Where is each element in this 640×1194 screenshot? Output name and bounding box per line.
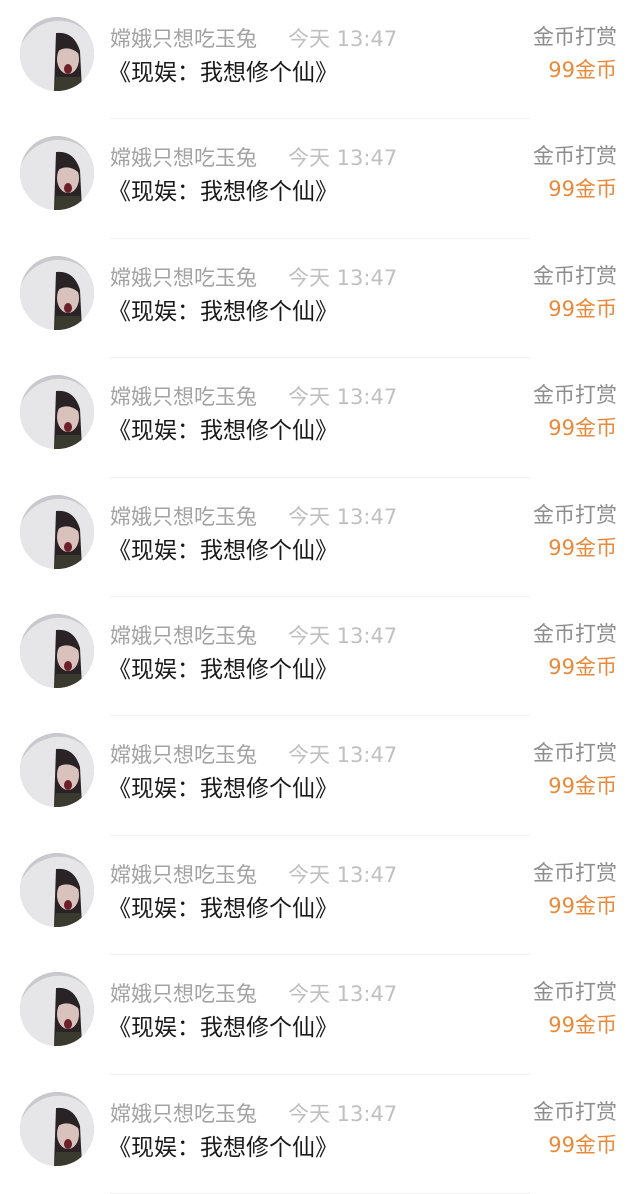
gift-type-label: 金币打赏 [533, 25, 617, 49]
timestamp: 今天 13:47 [288, 623, 398, 648]
user-avatar[interactable] [20, 375, 94, 450]
reward-list: 嫦娥只想吃玉兔 今天 13:47 《现娱：我想修个仙》 金币打赏 99金币 嫦娥… [0, 0, 640, 1194]
gift-amount: 99金币 [548, 893, 617, 918]
reward-row[interactable]: 嫦娥只想吃玉兔 今天 13:47 《现娱：我想修个仙》 金币打赏 99金币 [0, 478, 640, 597]
timestamp: 今天 13:47 [288, 146, 398, 171]
reward-row[interactable]: 嫦娥只想吃玉兔 今天 13:47 《现娱：我想修个仙》 金币打赏 99金币 [0, 1075, 640, 1194]
reward-row[interactable]: 嫦娥只想吃玉兔 今天 13:47 《现娱：我想修个仙》 金币打赏 99金币 [0, 119, 640, 239]
gift-type-label: 金币打赏 [533, 741, 617, 766]
gift-type-label: 金币打赏 [533, 144, 617, 169]
username[interactable]: 嫦娥只想吃玉兔 [110, 144, 257, 172]
book-title[interactable]: 《现娱：我想修个仙》 [108, 296, 338, 328]
gift-type-label: 金币打赏 [533, 1099, 617, 1124]
avatar-photo-icon [20, 1091, 94, 1166]
avatar-photo-icon [20, 852, 94, 927]
gift-amount: 99金币 [548, 58, 617, 82]
book-title[interactable]: 《现娱：我想修个仙》 [108, 654, 338, 686]
book-title[interactable]: 《现娱：我想修个仙》 [108, 893, 338, 925]
user-avatar[interactable] [20, 136, 94, 211]
timestamp: 今天 13:47 [288, 982, 398, 1007]
gift-type-label: 金币打赏 [533, 980, 617, 1005]
username[interactable]: 嫦娥只想吃玉兔 [110, 622, 257, 650]
username[interactable]: 嫦娥只想吃玉兔 [110, 25, 257, 53]
book-title[interactable]: 《现娱：我想修个仙》 [108, 535, 338, 567]
gift-amount: 99金币 [548, 1013, 617, 1038]
username[interactable]: 嫦娥只想吃玉兔 [110, 741, 257, 769]
avatar-photo-icon [20, 255, 94, 330]
user-avatar[interactable] [20, 972, 94, 1047]
user-avatar[interactable] [20, 852, 94, 927]
avatar-photo-icon [20, 494, 94, 569]
user-avatar[interactable] [20, 494, 94, 569]
username[interactable]: 嫦娥只想吃玉兔 [110, 1100, 257, 1128]
gift-type-label: 金币打赏 [533, 383, 617, 408]
book-title[interactable]: 《现娱：我想修个仙》 [108, 176, 338, 208]
avatar-photo-icon [20, 613, 94, 688]
book-title[interactable]: 《现娱：我想修个仙》 [108, 415, 338, 447]
gift-type-label: 金币打赏 [533, 860, 617, 885]
username[interactable]: 嫦娥只想吃玉兔 [110, 264, 257, 292]
avatar-photo-icon [20, 733, 94, 808]
reward-row[interactable]: 嫦娥只想吃玉兔 今天 13:47 《现娱：我想修个仙》 金币打赏 99金币 [0, 239, 640, 359]
user-avatar[interactable] [20, 17, 94, 91]
avatar-photo-icon [20, 136, 94, 211]
book-title[interactable]: 《现娱：我想修个仙》 [108, 1132, 338, 1164]
timestamp: 今天 13:47 [288, 504, 398, 529]
user-avatar[interactable] [20, 1091, 94, 1166]
username[interactable]: 嫦娥只想吃玉兔 [110, 980, 257, 1008]
timestamp: 今天 13:47 [288, 385, 398, 410]
reward-row[interactable]: 嫦娥只想吃玉兔 今天 13:47 《现娱：我想修个仙》 金币打赏 99金币 [0, 358, 640, 478]
timestamp: 今天 13:47 [288, 265, 398, 290]
user-avatar[interactable] [20, 733, 94, 808]
timestamp: 今天 13:47 [288, 743, 398, 768]
reward-row[interactable]: 嫦娥只想吃玉兔 今天 13:47 《现娱：我想修个仙》 金币打赏 99金币 [0, 955, 640, 1075]
username[interactable]: 嫦娥只想吃玉兔 [110, 383, 257, 411]
user-avatar[interactable] [20, 613, 94, 688]
gift-amount: 99金币 [548, 774, 617, 799]
gift-amount: 99金币 [548, 1132, 617, 1157]
gift-type-label: 金币打赏 [533, 621, 617, 646]
gift-amount: 99金币 [548, 654, 617, 679]
timestamp: 今天 13:47 [288, 27, 398, 51]
gift-amount: 99金币 [548, 177, 617, 202]
username[interactable]: 嫦娥只想吃玉兔 [110, 861, 257, 889]
reward-row[interactable]: 嫦娥只想吃玉兔 今天 13:47 《现娱：我想修个仙》 金币打赏 99金币 [0, 716, 640, 836]
book-title[interactable]: 《现娱：我想修个仙》 [108, 1012, 338, 1044]
book-title[interactable]: 《现娱：我想修个仙》 [108, 773, 338, 805]
reward-row[interactable]: 嫦娥只想吃玉兔 今天 13:47 《现娱：我想修个仙》 金币打赏 99金币 [0, 0, 640, 120]
reward-row[interactable]: 嫦娥只想吃玉兔 今天 13:47 《现娱：我想修个仙》 金币打赏 99金币 [0, 836, 640, 956]
avatar-photo-icon [20, 375, 94, 450]
username[interactable]: 嫦娥只想吃玉兔 [110, 503, 257, 531]
gift-type-label: 金币打赏 [533, 502, 617, 527]
timestamp: 今天 13:47 [288, 1101, 398, 1126]
user-avatar[interactable] [20, 255, 94, 330]
gift-amount: 99金币 [548, 535, 617, 560]
book-title[interactable]: 《现娱：我想修个仙》 [108, 57, 338, 89]
avatar-photo-icon [20, 17, 94, 91]
gift-type-label: 金币打赏 [533, 263, 617, 288]
gift-amount: 99金币 [548, 416, 617, 441]
avatar-photo-icon [20, 972, 94, 1047]
gift-amount: 99金币 [548, 296, 617, 321]
timestamp: 今天 13:47 [288, 862, 398, 887]
reward-row[interactable]: 嫦娥只想吃玉兔 今天 13:47 《现娱：我想修个仙》 金币打赏 99金币 [0, 597, 640, 717]
